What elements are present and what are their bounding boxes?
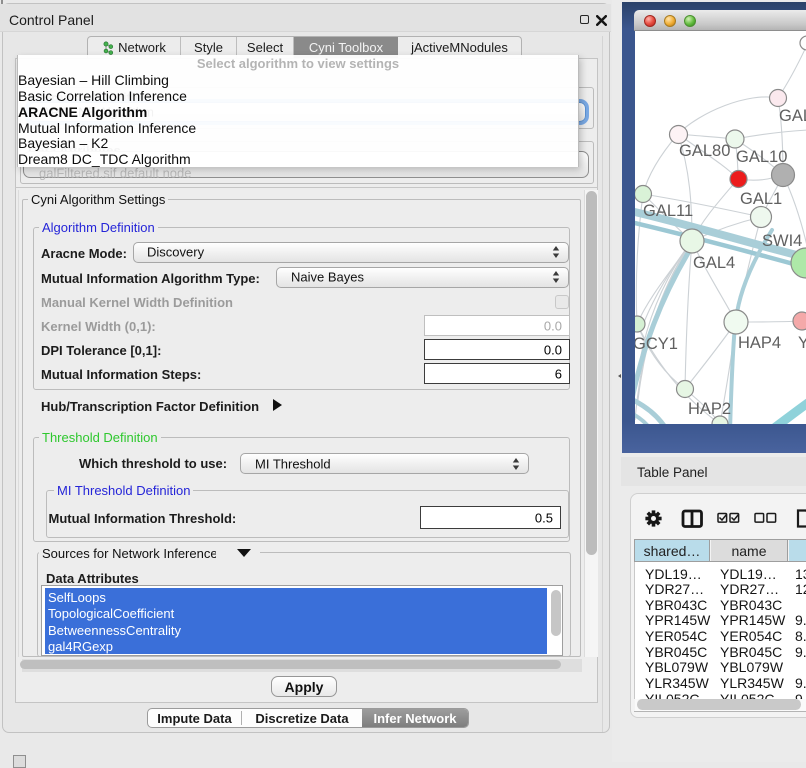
svg-text:SWI4: SWI4 [762,232,802,250]
svg-text:YD: YD [798,334,806,352]
svg-text:GAL80: GAL80 [679,142,730,160]
svg-text:GAL2: GAL2 [779,107,806,125]
svg-text:GAL4: GAL4 [693,254,735,272]
svg-text:HAP2: HAP2 [688,400,731,418]
svg-text:HAP4: HAP4 [738,334,781,352]
svg-text:GAL11: GAL11 [643,202,693,220]
svg-text:GCY1: GCY1 [635,335,678,353]
svg-text:GAL1: GAL1 [740,190,782,208]
svg-text:GAL10: GAL10 [736,148,787,166]
